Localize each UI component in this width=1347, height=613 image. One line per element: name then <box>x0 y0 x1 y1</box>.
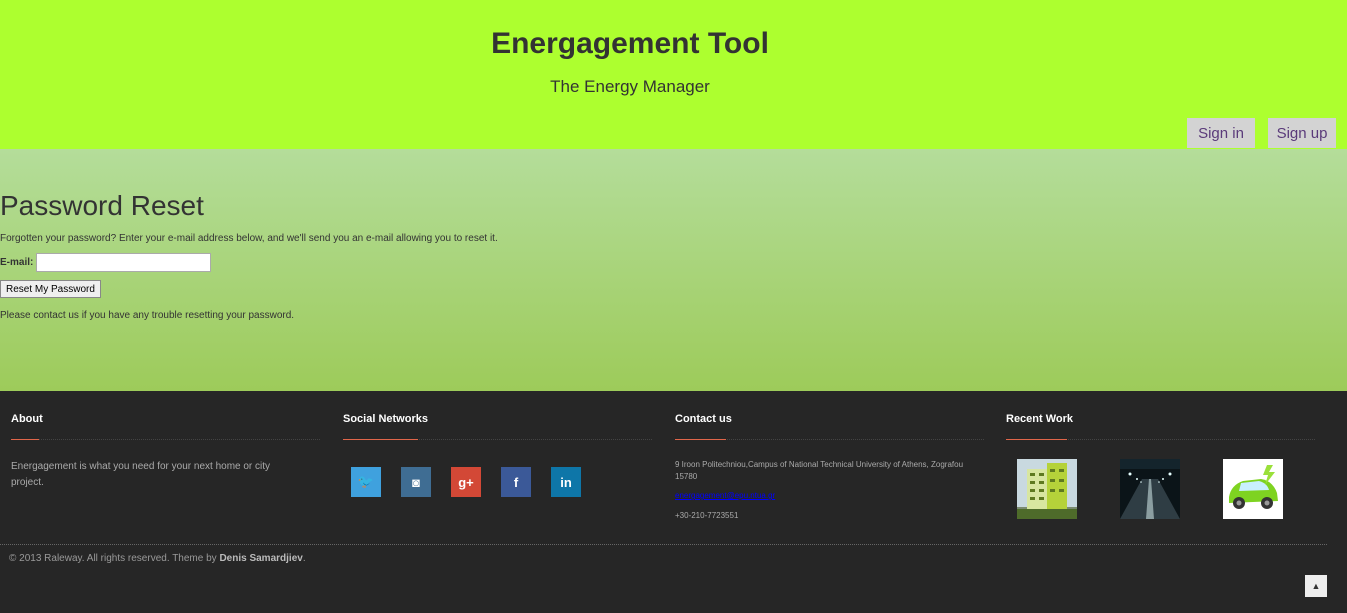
twitter-icon[interactable]: 🐦 <box>351 467 381 497</box>
google-plus-icon[interactable]: g+ <box>451 467 481 497</box>
green-building-image <box>1017 459 1077 519</box>
sign-up-button[interactable]: Sign up <box>1268 118 1336 148</box>
heading-accent <box>675 439 726 440</box>
scroll-to-top-button[interactable]: ▲ <box>1305 575 1327 597</box>
heading-accent <box>343 439 418 440</box>
linkedin-icon[interactable]: in <box>551 467 581 497</box>
site-title: Energagement Tool <box>491 27 769 60</box>
recent-heading: Recent Work <box>1006 413 1074 425</box>
divider <box>11 439 320 440</box>
site-subtitle: The Energy Manager <box>550 77 710 96</box>
contact-heading: Contact us <box>675 413 732 425</box>
copyright-text: © 2013 Raleway. All rights reserved. The… <box>9 553 220 564</box>
footer-divider <box>0 544 1327 545</box>
contact-address: 9 Iroon Politechniou,Campus of National … <box>675 460 964 481</box>
site-header: Energagement Tool The Energy Manager Sig… <box>0 0 1347 149</box>
copyright: © 2013 Raleway. All rights reserved. The… <box>9 553 306 564</box>
copyright-suffix: . <box>302 553 306 564</box>
sign-in-button[interactable]: Sign in <box>1187 118 1255 148</box>
social-heading: Social Networks <box>343 413 428 425</box>
heading-accent <box>11 439 39 440</box>
contact-email-link[interactable]: energagement@epu.ntua.gr <box>675 491 775 500</box>
page-title: Password Reset <box>0 190 204 221</box>
electric-car-image <box>1223 459 1283 519</box>
instagram-icon[interactable]: ◙ <box>401 467 431 497</box>
contact-note: Please contact us if you have any troubl… <box>0 310 295 321</box>
email-field[interactable] <box>36 253 212 272</box>
contact-phone: +30-210-7723551 <box>675 511 739 520</box>
about-heading: About <box>11 413 43 425</box>
night-road-image <box>1120 459 1180 519</box>
email-label: E-mail: <box>0 257 34 268</box>
arrow-up-icon: ▲ <box>1311 581 1321 591</box>
electric-car-thumbnail[interactable] <box>1223 459 1283 519</box>
about-text: Energagement is what you need for your n… <box>11 461 271 488</box>
heading-accent <box>1006 439 1067 440</box>
reset-password-button[interactable]: Reset My Password <box>0 280 101 298</box>
reset-instructions: Forgotten your password? Enter your e-ma… <box>0 233 498 244</box>
theme-author-link[interactable]: Denis Samardjiev <box>219 553 302 564</box>
email-row: E-mail: <box>0 253 212 272</box>
night-road-thumbnail[interactable] <box>1120 459 1180 519</box>
green-building-thumbnail[interactable] <box>1017 459 1077 519</box>
site-footer: About Energagement is what you need for … <box>0 391 1347 613</box>
password-reset-section: Password Reset Forgotten your password? … <box>0 149 1347 391</box>
facebook-icon[interactable]: f <box>501 467 531 497</box>
